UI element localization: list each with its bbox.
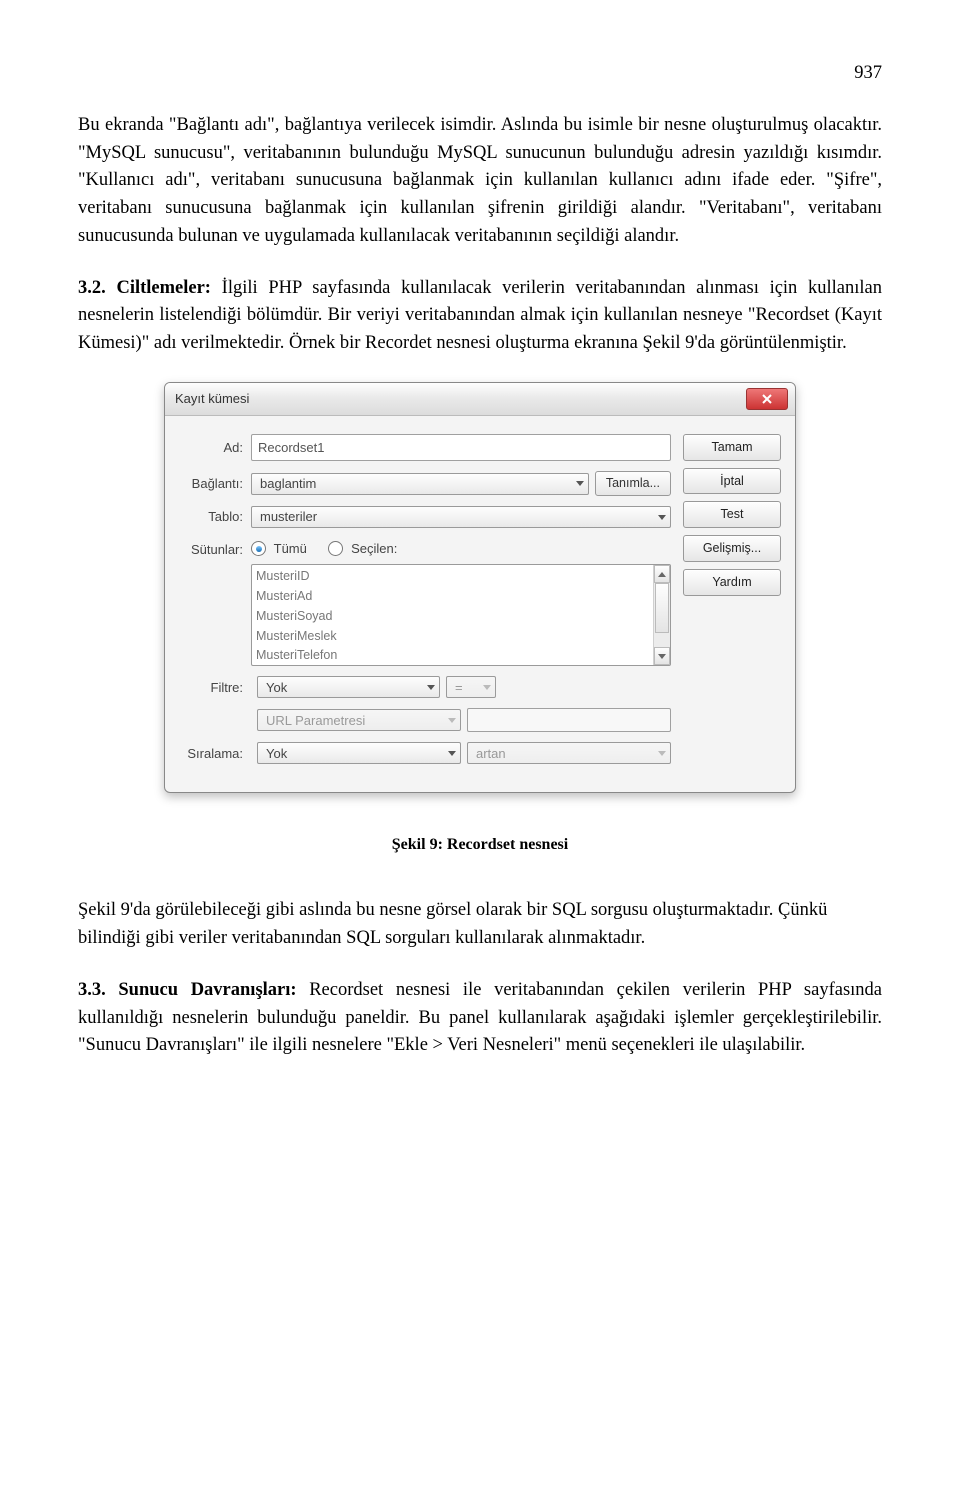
close-button[interactable]	[746, 388, 788, 410]
label-tablo: Tablo:	[173, 507, 251, 527]
combo-filtre[interactable]: Yok	[257, 676, 440, 698]
combo-artan[interactable]: artan	[467, 742, 671, 764]
input-ad[interactable]: Recordset1	[251, 434, 671, 462]
section-3-2-title: 3.2. Ciltlemeler:	[78, 278, 211, 298]
chevron-down-icon	[427, 685, 435, 690]
combo-url-param[interactable]: URL Parametresi	[257, 709, 461, 731]
combo-operator-value: =	[455, 678, 463, 698]
tanimla-button[interactable]: Tanımla...	[595, 471, 671, 496]
recordset-dialog: Kayıt kümesi Ad: Recordset1 Bağlantı: ba…	[164, 382, 796, 794]
radio-secilen[interactable]	[328, 541, 343, 556]
chevron-down-icon	[658, 654, 666, 659]
radio-tumu[interactable]	[251, 541, 266, 556]
radio-secilen-label: Seçilen:	[351, 541, 397, 556]
page-number: 937	[78, 60, 882, 88]
section-3-3: 3.3. Sunucu Davranışları: Recordset nesn…	[78, 977, 882, 1060]
columns-listbox[interactable]: MusteriID MusteriAd MusteriSoyad Musteri…	[251, 564, 671, 666]
figure-caption: Şekil 9: Recordset nesnesi	[78, 833, 882, 857]
close-icon	[761, 394, 773, 404]
paragraph-3: Şekil 9'da görülebileceği gibi aslında b…	[78, 897, 882, 953]
chevron-down-icon	[483, 685, 491, 690]
chevron-up-icon	[658, 572, 666, 577]
combo-tablo-value: musteriler	[260, 507, 317, 527]
list-item[interactable]: MusteriID	[256, 567, 666, 586]
list-item[interactable]: MusteriMeslek	[256, 627, 666, 646]
section-3-3-title: 3.3. Sunucu Davranışları:	[78, 980, 297, 1000]
scroll-up-button[interactable]	[654, 565, 670, 583]
list-item[interactable]: MusteriAd	[256, 587, 666, 606]
scroll-thumb[interactable]	[655, 583, 669, 633]
chevron-down-icon	[576, 481, 584, 486]
chevron-down-icon	[448, 718, 456, 723]
iptal-button[interactable]: İptal	[683, 468, 781, 495]
gelismis-button[interactable]: Gelişmiş...	[683, 535, 781, 562]
input-url-param-value[interactable]	[467, 708, 671, 732]
chevron-down-icon	[658, 751, 666, 756]
section-3-2: 3.2. Ciltlemeler: İlgili PHP sayfasında …	[78, 275, 882, 358]
tamam-button[interactable]: Tamam	[683, 434, 781, 461]
label-baglanti: Bağlantı:	[173, 474, 251, 494]
chevron-down-icon	[448, 751, 456, 756]
label-filtre: Filtre:	[173, 678, 251, 698]
scroll-down-button[interactable]	[654, 647, 670, 665]
listbox-scrollbar[interactable]	[653, 565, 670, 665]
label-siralama: Sıralama:	[173, 744, 251, 764]
radio-tumu-label: Tümü	[274, 541, 307, 556]
label-sutunlar: Sütunlar:	[173, 538, 251, 560]
combo-baglanti-value: baglantim	[260, 474, 316, 494]
dialog-title: Kayıt kümesi	[175, 389, 249, 409]
combo-siralama-value: Yok	[266, 744, 287, 764]
dialog-titlebar[interactable]: Kayıt kümesi	[165, 383, 795, 416]
chevron-down-icon	[658, 515, 666, 520]
combo-filtre-value: Yok	[266, 678, 287, 698]
combo-operator[interactable]: =	[446, 676, 496, 698]
combo-baglanti[interactable]: baglantim	[251, 473, 589, 495]
label-ad: Ad:	[173, 438, 251, 458]
paragraph-1: Bu ekranda "Bağlantı adı", bağlantıya ve…	[78, 112, 882, 251]
yardim-button[interactable]: Yardım	[683, 569, 781, 596]
combo-artan-value: artan	[476, 744, 506, 764]
combo-siralama[interactable]: Yok	[257, 742, 461, 764]
combo-tablo[interactable]: musteriler	[251, 506, 671, 528]
combo-url-param-value: URL Parametresi	[266, 711, 365, 731]
test-button[interactable]: Test	[683, 501, 781, 528]
list-item[interactable]: MusteriTelefon	[256, 646, 666, 665]
list-item[interactable]: MusteriSoyad	[256, 607, 666, 626]
